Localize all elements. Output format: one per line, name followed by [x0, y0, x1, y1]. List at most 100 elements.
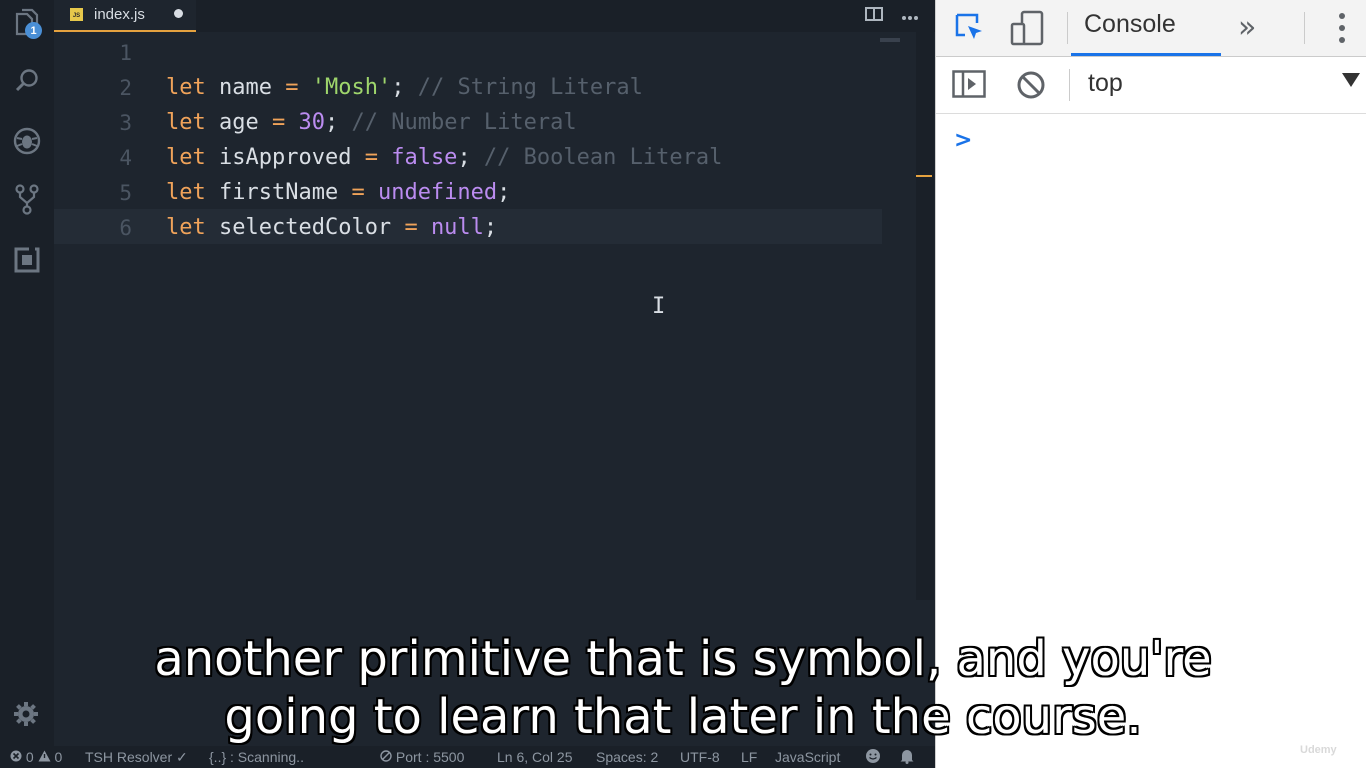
text-cursor-icon: I: [652, 294, 666, 319]
warning-icon: [38, 750, 51, 762]
semicolon: ;: [457, 145, 471, 170]
warning-count: 0: [54, 749, 63, 765]
code-line: 2 let name = 'Mosh'; // String Literal: [54, 69, 882, 104]
code-text: let isApproved = false; // Boolean Liter…: [166, 145, 722, 170]
extensions-icon[interactable]: [10, 243, 44, 277]
more-actions-icon[interactable]: [900, 6, 920, 26]
keyword: let: [166, 180, 206, 205]
more-tabs-chevron-icon[interactable]: »: [1238, 10, 1256, 45]
number-literal: 30: [298, 110, 325, 135]
line-number: 2: [119, 76, 132, 100]
status-bar: 0 0 TSH Resolver ✓ {..} : Scanning.. Por…: [0, 746, 935, 768]
code-line: 3 let age = 30; // Number Literal: [54, 104, 882, 139]
devtools-toolbar: Console »: [936, 0, 1366, 57]
semicolon: ;: [391, 75, 405, 100]
editor-tab-bar: JS index.js: [54, 0, 935, 32]
code-line-current: 6 let selectedColor = null;: [54, 209, 882, 244]
explorer-icon[interactable]: 1: [10, 6, 44, 40]
comment: // String Literal: [404, 75, 643, 100]
device-toolbar-icon[interactable]: [1010, 10, 1044, 51]
operator: =: [404, 215, 418, 240]
js-file-icon: JS: [70, 8, 83, 21]
minimap-marker: [880, 38, 900, 42]
error-icon: [10, 750, 22, 762]
identifier: name: [205, 75, 286, 100]
subtitle-line-1: another primitive that is symbol, and yo…: [154, 631, 1212, 687]
code-text: let age = 30; // Number Literal: [166, 110, 577, 135]
tab-index-js[interactable]: JS index.js: [54, 0, 196, 32]
split-editor-icon[interactable]: [864, 6, 884, 26]
console-prompt[interactable]: >: [954, 128, 972, 153]
line-number: 1: [119, 41, 132, 65]
debug-icon[interactable]: [10, 124, 44, 158]
line-number: 5: [119, 181, 132, 205]
toolbar-divider: [1304, 12, 1305, 44]
scanning-status[interactable]: {..} : Scanning..: [209, 749, 304, 765]
sidebar-toggle-icon[interactable]: [952, 70, 986, 103]
port-label: Port : 5500: [395, 749, 465, 765]
null-literal: null: [430, 215, 484, 240]
cursor-position[interactable]: Ln 6, Col 25: [497, 749, 573, 765]
code-line: 4 let isApproved = false; // Boolean Lit…: [54, 139, 882, 174]
execution-context-select[interactable]: top: [1088, 69, 1123, 98]
code-line: 1: [54, 34, 882, 69]
tsh-resolver-status[interactable]: TSH Resolver ✓: [85, 749, 188, 766]
keyword: let: [166, 75, 206, 100]
editor-scrollbar[interactable]: [916, 32, 934, 600]
keyword: let: [166, 145, 206, 170]
error-count: 0: [25, 749, 34, 765]
line-number: 3: [119, 111, 132, 135]
operator: =: [271, 110, 286, 135]
unsaved-dot-icon[interactable]: [174, 9, 183, 18]
tab-console[interactable]: Console: [1084, 10, 1176, 39]
operator: =: [364, 145, 378, 170]
code-text: let firstName = undefined;: [166, 180, 510, 205]
string-literal: 'Mosh': [311, 75, 392, 100]
semicolon: ;: [324, 110, 339, 135]
toolbar-divider: [1067, 12, 1068, 44]
semicolon: ;: [483, 215, 498, 240]
code-text: let selectedColor = null;: [166, 215, 497, 240]
identifier: firstName: [205, 180, 352, 205]
problems-indicator[interactable]: 0 0: [10, 749, 62, 765]
dropdown-arrow-icon[interactable]: [1342, 73, 1360, 87]
code-text: let name = 'Mosh'; // String Literal: [166, 75, 643, 100]
no-entry-icon: [380, 750, 392, 762]
end-of-line[interactable]: LF: [741, 749, 757, 765]
video-subtitles: another primitive that is symbol, and yo…: [0, 630, 1366, 746]
scrollbar-cursor-marker: [916, 175, 932, 177]
search-icon[interactable]: [10, 64, 44, 98]
file-encoding[interactable]: UTF-8: [680, 749, 720, 765]
inspect-element-icon[interactable]: [954, 12, 986, 49]
kebab-menu-icon[interactable]: [1338, 12, 1346, 49]
identifier: selectedColor: [205, 215, 405, 240]
language-mode[interactable]: JavaScript: [775, 749, 840, 765]
semicolon: ;: [497, 180, 511, 205]
clear-console-icon[interactable]: [1016, 70, 1046, 105]
notifications-bell-icon[interactable]: [900, 748, 914, 767]
live-server-port[interactable]: Port : 5500: [380, 749, 464, 765]
code-line: 5 let firstName = undefined;: [54, 174, 882, 209]
line-number: 4: [119, 146, 132, 170]
keyword: let: [166, 215, 206, 240]
line-number: 6: [119, 216, 132, 240]
operator: =: [351, 180, 365, 205]
indentation-spaces[interactable]: Spaces: 2: [596, 749, 658, 765]
tab-filename: index.js: [94, 6, 145, 23]
source-control-icon[interactable]: [10, 182, 44, 216]
comment: // Number Literal: [338, 110, 577, 135]
console-toolbar: top: [936, 57, 1366, 114]
subtitle-line-2: going to learn that later in the course.: [224, 689, 1142, 745]
operator: =: [285, 75, 299, 100]
undefined-literal: undefined: [377, 180, 498, 205]
explorer-badge: 1: [25, 22, 42, 39]
feedback-smiley-icon[interactable]: [865, 748, 881, 767]
keyword: let: [166, 110, 206, 135]
comment: // Boolean Literal: [470, 145, 723, 170]
udemy-watermark: Udemy: [1300, 744, 1337, 756]
identifier: age: [205, 110, 272, 135]
